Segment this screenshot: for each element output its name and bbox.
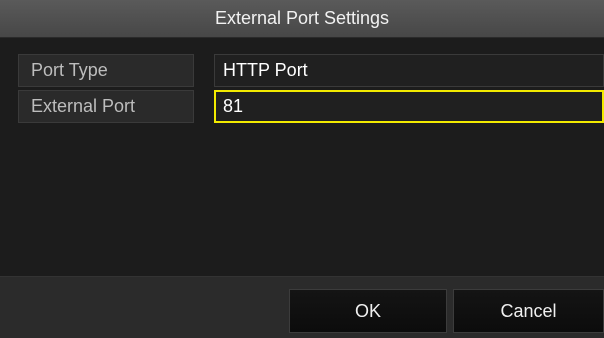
port-type-label: Port Type (18, 54, 194, 87)
ok-button[interactable]: OK (289, 289, 447, 333)
cancel-button[interactable]: Cancel (453, 289, 604, 333)
external-port-input[interactable]: 81 (214, 90, 604, 123)
external-port-settings-dialog: External Port Settings Port Type HTTP Po… (0, 0, 604, 338)
port-type-row: Port Type HTTP Port (18, 54, 604, 87)
dialog-title: External Port Settings (0, 0, 604, 38)
external-port-label: External Port (18, 90, 194, 123)
external-port-row: External Port 81 (18, 90, 604, 123)
cancel-button-label: Cancel (500, 300, 557, 321)
port-type-value: HTTP Port (214, 54, 604, 87)
port-settings-form: Port Type HTTP Port External Port 81 (18, 54, 604, 126)
dialog-title-text: External Port Settings (214, 8, 390, 28)
ok-button-label: OK (354, 300, 381, 321)
